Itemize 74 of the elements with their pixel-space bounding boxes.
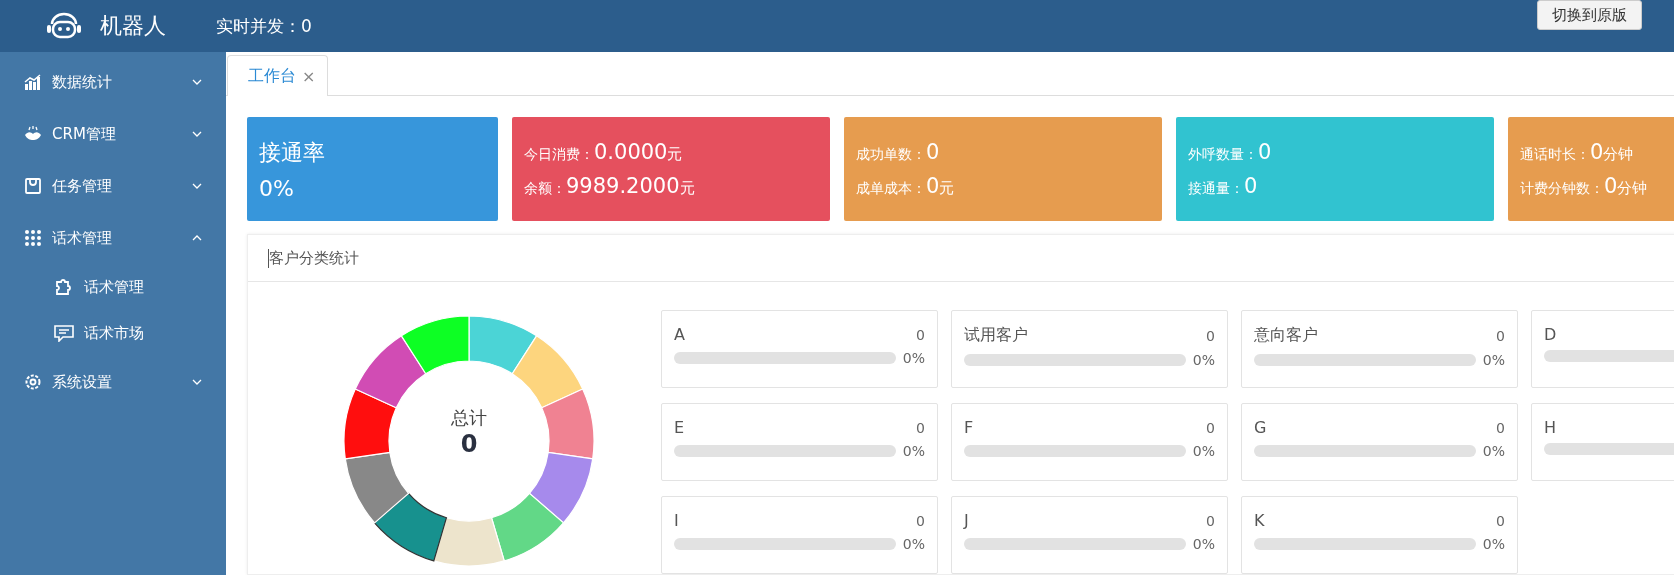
category-name: F bbox=[964, 418, 974, 437]
category-count: 0 bbox=[1206, 419, 1215, 436]
sidebar-item[interactable]: 话术管理 bbox=[0, 212, 226, 264]
sidebar-item[interactable]: 数据统计 bbox=[0, 56, 226, 108]
concurrency-label: 实时并发： bbox=[216, 14, 301, 38]
category-count: 0 bbox=[1206, 512, 1215, 529]
switch-version-button[interactable]: 切换到原版 bbox=[1537, 0, 1642, 30]
sidebar-item[interactable]: 系统设置 bbox=[0, 356, 226, 408]
sidebar-item[interactable]: 任务管理 bbox=[0, 160, 226, 212]
gear-icon bbox=[24, 373, 42, 391]
close-icon[interactable]: × bbox=[302, 66, 316, 86]
category-count: 0 bbox=[1496, 512, 1505, 529]
bag-icon bbox=[24, 177, 42, 195]
category-count: 0 bbox=[916, 512, 925, 529]
category-count: 0 bbox=[916, 419, 925, 436]
category-name: 试用客户 bbox=[964, 325, 1028, 346]
stat-value: 0 bbox=[1258, 140, 1272, 164]
stat-label: 余额： bbox=[524, 180, 566, 198]
donut-total: 0 bbox=[460, 430, 478, 458]
chevron-down-icon bbox=[192, 131, 202, 137]
message-icon bbox=[54, 324, 74, 342]
category-count: 0 bbox=[916, 326, 925, 343]
stat-value: 0元 bbox=[926, 174, 955, 198]
puzzle-icon bbox=[54, 278, 74, 296]
category-percent: 0% bbox=[1192, 443, 1215, 459]
category-percent: 0% bbox=[1482, 443, 1505, 459]
stat-label: 今日消费： bbox=[524, 146, 594, 164]
tab[interactable]: 工作台 × bbox=[227, 55, 329, 96]
category-count: 0 bbox=[1496, 327, 1505, 344]
donut-label: 总计 bbox=[451, 406, 487, 430]
category-name: D bbox=[1544, 325, 1557, 344]
chevron-down-icon bbox=[192, 183, 202, 189]
stat-label: 接通量： bbox=[1188, 180, 1244, 198]
category-name: 意向客户 bbox=[1254, 325, 1318, 346]
category-name: A bbox=[674, 325, 685, 344]
stat-value: 0分钟 bbox=[1604, 174, 1648, 198]
category-name: G bbox=[1254, 418, 1267, 437]
sidebar-subitem[interactable]: 话术市场 bbox=[0, 310, 226, 356]
category-name: J bbox=[964, 511, 969, 530]
stat-label: 计费分钟数： bbox=[1520, 180, 1604, 198]
category-percent: 0% bbox=[1192, 536, 1215, 552]
category-percent: 0% bbox=[1482, 536, 1505, 552]
sidebar-subitem[interactable]: 话术管理 bbox=[0, 264, 226, 310]
category-name: H bbox=[1544, 418, 1557, 437]
category-percent: 0% bbox=[1192, 352, 1215, 368]
panel-title: 客户分类统计 bbox=[268, 248, 359, 268]
app-title: 机器人 bbox=[100, 12, 166, 40]
stat-value: 9989.2000元 bbox=[566, 174, 695, 198]
category-percent: 0% bbox=[902, 443, 925, 459]
chevron-down-icon bbox=[192, 79, 202, 85]
stat-label: 外呼数量： bbox=[1188, 146, 1258, 164]
chevron-up-icon bbox=[192, 235, 202, 241]
bar-chart-icon bbox=[24, 73, 42, 91]
stat-title: 接通率 bbox=[259, 138, 326, 167]
category-percent: 0% bbox=[902, 536, 925, 552]
stat-label: 成单成本： bbox=[856, 180, 926, 198]
grid-icon bbox=[24, 229, 42, 247]
stat-value: 0.0000元 bbox=[594, 140, 683, 164]
category-name: I bbox=[674, 511, 679, 530]
stat-label: 成功单数： bbox=[856, 146, 926, 164]
category-name: K bbox=[1254, 511, 1265, 530]
concurrency-value: 0 bbox=[301, 16, 312, 36]
stat-value: 0 bbox=[926, 140, 940, 164]
category-percent: 0% bbox=[1482, 352, 1505, 368]
stat-value: 0% bbox=[259, 175, 295, 201]
category-percent: 0% bbox=[902, 350, 925, 366]
stat-value: 0分钟 bbox=[1590, 140, 1634, 164]
category-name: E bbox=[674, 418, 685, 437]
sidebar-item[interactable]: CRM管理 bbox=[0, 108, 226, 160]
stat-value: 0 bbox=[1244, 174, 1258, 198]
category-count: 0 bbox=[1206, 327, 1215, 344]
chevron-down-icon bbox=[192, 379, 202, 385]
stat-label: 通话时长： bbox=[1520, 146, 1590, 164]
category-count: 0 bbox=[1496, 419, 1505, 436]
